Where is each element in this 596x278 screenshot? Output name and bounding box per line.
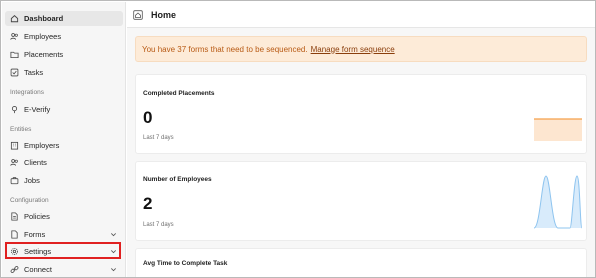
alert-text: You have 37 forms that need to be sequen… [142, 44, 308, 54]
sequence-alert: You have 37 forms that need to be sequen… [135, 36, 587, 62]
sidebar-item-label: E-Verify [24, 105, 51, 114]
sidebar-item-jobs[interactable]: Jobs [5, 173, 123, 188]
chevron-down-icon[interactable] [110, 231, 117, 238]
card-value: 2 [143, 194, 153, 213]
briefcase-icon [10, 176, 19, 185]
sidebar-item-label: Forms [24, 230, 46, 239]
manage-form-sequence-link[interactable]: Manage form sequence [311, 45, 395, 54]
completed-placements-card[interactable]: Completed Placements 0 Last 7 days [135, 74, 587, 154]
sidebar-item-label: Clients [24, 158, 47, 167]
section-label-entities: Entities [10, 126, 32, 133]
sidebar-item-label: Connect [24, 265, 52, 274]
dashboard-content: You have 37 forms that need to be sequen… [127, 28, 595, 277]
card-subtitle: Last 7 days [143, 135, 174, 141]
form-icon [10, 230, 19, 239]
sidebar-item-forms[interactable]: Forms [5, 227, 123, 242]
card-title: Completed Placements [143, 90, 215, 97]
settings-highlight-box [5, 242, 121, 259]
sidebar-item-connect[interactable]: Connect [5, 262, 123, 277]
sidebar-item-label: Employees [24, 32, 62, 41]
sidebar-item-tasks[interactable]: Tasks [5, 65, 123, 80]
app-window: Dashboard Employees Placements Tasks Int… [0, 0, 596, 278]
document-icon [10, 212, 19, 221]
sidebar-item-employees[interactable]: Employees [5, 29, 123, 44]
section-label-integrations: Integrations [10, 89, 44, 96]
checkbox-icon [10, 68, 19, 77]
link-icon [10, 265, 19, 274]
sidebar-item-label: Tasks [24, 68, 44, 77]
card-subtitle: Last 7 days [143, 222, 174, 228]
completed-placements-sparkline [534, 118, 582, 141]
users-icon [10, 158, 19, 167]
sidebar-item-label: Jobs [24, 176, 40, 185]
folder-icon [10, 50, 19, 59]
home-icon [133, 9, 143, 20]
number-of-employees-card[interactable]: Number of Employees 2 Last 7 days [135, 161, 587, 241]
pin-icon [10, 105, 19, 114]
sidebar-item-label: Placements [24, 50, 64, 59]
sidebar-item-clients[interactable]: Clients [5, 155, 123, 170]
building-icon [10, 141, 19, 150]
sidebar-item-policies[interactable]: Policies [5, 209, 123, 224]
sidebar-item-label: Employers [24, 141, 60, 150]
employees-sparkline [534, 175, 582, 229]
sidebar-item-dashboard[interactable]: Dashboard [5, 11, 123, 26]
card-value: 0 [143, 108, 153, 127]
page-title: Home [151, 9, 177, 20]
sidebar-item-label: Dashboard [24, 14, 64, 23]
card-title: Number of Employees [143, 176, 212, 183]
sidebar: Dashboard Employees Placements Tasks Int… [2, 2, 126, 277]
page-header: Home [127, 2, 595, 28]
section-label-configuration: Configuration [10, 197, 49, 204]
avg-time-to-complete-task-card[interactable]: Avg Time to Complete Task [135, 248, 587, 277]
sidebar-item-placements[interactable]: Placements [5, 47, 123, 62]
home-icon [10, 14, 19, 23]
sidebar-item-e-verify[interactable]: E-Verify [5, 102, 123, 117]
sidebar-item-employers[interactable]: Employers [5, 138, 123, 153]
card-title: Avg Time to Complete Task [143, 260, 228, 267]
chevron-down-icon[interactable] [110, 266, 117, 273]
users-icon [10, 32, 19, 41]
sidebar-item-label: Policies [24, 212, 50, 221]
